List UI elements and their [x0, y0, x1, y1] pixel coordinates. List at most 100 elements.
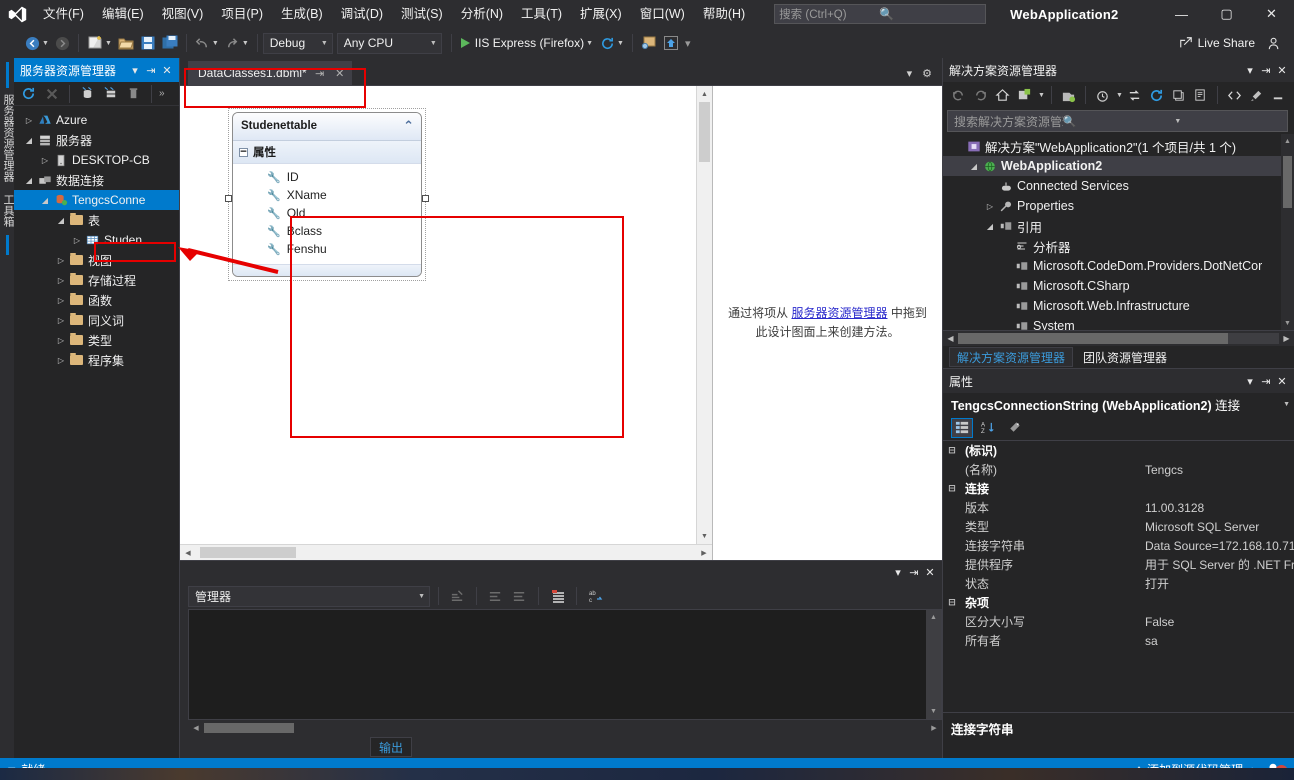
navigate-forward-button[interactable] — [52, 32, 73, 54]
scroll-down-icon[interactable]: ▼ — [1281, 316, 1294, 330]
menu-item-project[interactable]: 项目(P) — [212, 0, 272, 28]
server-tree-node[interactable]: ▷视图 — [14, 250, 179, 270]
home-icon[interactable] — [992, 85, 1013, 105]
collapse-box-icon[interactable]: − — [239, 148, 248, 157]
pin-icon[interactable]: ⇥ — [313, 67, 327, 80]
solution-tree-node[interactable]: 解决方案"WebApplication2"(1 个项目/共 1 个) — [943, 136, 1294, 156]
twisty-icon[interactable]: ◢ — [22, 136, 36, 145]
server-tree-node[interactable]: ▷Studen — [14, 230, 179, 250]
entity-property-row[interactable]: 🔧ID — [233, 168, 421, 186]
solution-platform-select[interactable]: Any CPU ▼ — [337, 33, 442, 54]
solution-configuration-select[interactable]: Debug ▼ — [263, 33, 333, 54]
pending-changes-icon[interactable] — [1014, 85, 1035, 105]
twisty-icon[interactable]: ◢ — [54, 216, 68, 225]
document-tab-dataclasses[interactable]: DataClasses1.dbml* ⇥ ✕ — [188, 61, 352, 85]
tab-solution-explorer[interactable]: 解决方案资源管理器 — [949, 347, 1073, 367]
output-vertical-scrollbar[interactable]: ▲ ▼ — [926, 610, 941, 719]
twisty-icon[interactable]: ▷ — [70, 236, 84, 245]
property-value[interactable]: 用于 SQL Server 的 .NET Fram — [1143, 556, 1294, 573]
pin-icon[interactable]: ⇥ — [143, 64, 159, 77]
twisty-icon[interactable]: ◢ — [967, 162, 981, 171]
alphabetical-view-icon[interactable]: AZ — [977, 418, 999, 438]
chevron-down-icon[interactable]: ▼ — [617, 40, 624, 47]
pin-icon[interactable]: ⇥ — [906, 566, 922, 579]
scroll-up-icon[interactable]: ▲ — [697, 86, 712, 102]
menu-item-extensions[interactable]: 扩展(X) — [571, 0, 631, 28]
entity-properties-section[interactable]: − 属性 — [233, 141, 421, 164]
entity-property-row[interactable]: 🔧Bclass — [233, 222, 421, 240]
scroll-right-icon[interactable]: ▶ — [926, 724, 942, 732]
property-row[interactable]: 类型Microsoft SQL Server — [943, 517, 1294, 536]
property-value[interactable]: sa — [1143, 634, 1294, 648]
maximize-button[interactable]: ▢ — [1204, 0, 1249, 28]
scroll-left-icon[interactable]: ◀ — [180, 549, 196, 557]
pin-icon[interactable]: ⇥ — [1258, 375, 1274, 388]
category-twisty-icon[interactable]: ⊟ — [943, 445, 961, 456]
scroll-down-icon[interactable]: ▼ — [697, 528, 712, 544]
sync-icon[interactable] — [1124, 85, 1145, 105]
category-twisty-icon[interactable]: ⊟ — [943, 597, 961, 608]
server-explorer-tree[interactable]: ▷Azure◢服务器▷DESKTOP-CB◢数据连接◢TengcsConne◢表… — [14, 106, 179, 758]
twisty-icon[interactable]: ▷ — [22, 116, 36, 125]
menu-item-help[interactable]: 帮助(H) — [694, 0, 754, 28]
chevron-down-icon[interactable]: ▾ — [903, 67, 917, 80]
server-tree-node[interactable]: ▷DESKTOP-CB — [14, 150, 179, 170]
twisty-icon[interactable]: ◢ — [22, 176, 36, 185]
browser-selector-button[interactable] — [638, 32, 660, 54]
live-share-button[interactable]: Live Share — [1173, 36, 1261, 50]
properties-grid[interactable]: ⊟(标识)(名称)Tengcs⊟连接版本11.00.3128类型Microsof… — [943, 441, 1294, 712]
resize-handle-left[interactable] — [225, 195, 232, 202]
scroll-left-icon[interactable]: ◀ — [188, 724, 204, 732]
entity-studenettable[interactable]: Studenettable ⌃ − 属性 🔧ID🔧XName🔧Old🔧Bclas… — [228, 108, 426, 281]
server-explorer-link[interactable]: 服务器资源管理器 — [791, 306, 887, 320]
settings-gear-icon[interactable]: ⚙ — [918, 67, 936, 80]
view-code-icon[interactable] — [1224, 85, 1245, 105]
close-button[interactable]: ✕ — [1249, 0, 1294, 28]
scroll-up-icon[interactable]: ▲ — [926, 610, 941, 625]
menu-item-tools[interactable]: 工具(T) — [512, 0, 571, 28]
redo-button[interactable]: ▼ — [222, 32, 252, 54]
scroll-left-icon[interactable]: ◀ — [943, 334, 958, 343]
chevron-down-icon[interactable]: ▼ — [212, 40, 219, 47]
connect-server-icon[interactable] — [100, 84, 121, 104]
view-designer-icon[interactable] — [1246, 85, 1267, 105]
server-tree-node[interactable]: ▷Azure — [14, 110, 179, 130]
twisty-icon[interactable]: ◢ — [983, 222, 997, 231]
show-output-from-icon[interactable] — [547, 586, 568, 606]
scroll-thumb[interactable] — [699, 102, 710, 162]
solution-tree-node[interactable]: Microsoft.CSharp — [943, 276, 1294, 296]
minimize-button[interactable]: — — [1159, 0, 1204, 28]
chevron-down-icon[interactable]: ▼ — [321, 40, 328, 47]
clear-all-icon[interactable] — [447, 586, 468, 606]
twisty-icon[interactable]: ▷ — [54, 256, 68, 265]
solution-tree-node[interactable]: Microsoft.CodeDom.Providers.DotNetCor — [943, 256, 1294, 276]
dbml-designer-surface[interactable]: Studenettable ⌃ − 属性 🔧ID🔧XName🔧Old🔧Bclas… — [180, 86, 712, 560]
toggle-word-wrap-icon[interactable] — [485, 586, 506, 606]
chevron-down-icon[interactable]: ▾ — [127, 64, 143, 77]
close-icon[interactable]: ✕ — [922, 566, 938, 579]
minimize-panel-icon[interactable] — [1268, 85, 1289, 105]
scroll-down-icon[interactable]: ▼ — [926, 704, 941, 719]
server-tree-node[interactable]: ◢服务器 — [14, 130, 179, 150]
pin-icon[interactable]: ⇥ — [1258, 64, 1274, 77]
solution-tree-node[interactable]: Connected Services — [943, 176, 1294, 196]
stop-icon[interactable] — [41, 84, 62, 104]
category-twisty-icon[interactable]: ⊟ — [943, 483, 961, 494]
solution-tree-node[interactable]: 分析器 — [943, 236, 1294, 256]
tab-output[interactable]: 输出 — [370, 737, 412, 757]
back-icon[interactable] — [948, 85, 969, 105]
chevron-down-icon[interactable]: ▼ — [242, 40, 249, 47]
scroll-right-icon[interactable]: ▶ — [1279, 334, 1294, 343]
output-source-select[interactable]: 管理器 ▼ — [188, 586, 430, 607]
history-icon[interactable] — [1092, 85, 1113, 105]
server-tree-node[interactable]: ▷同义词 — [14, 310, 179, 330]
solution-tree-node[interactable]: System — [943, 316, 1294, 330]
quick-launch-search-input[interactable]: 搜索 (Ctrl+Q) 🔍 — [774, 4, 986, 24]
chevron-down-icon[interactable]: ▼ — [42, 40, 49, 47]
chevron-down-icon[interactable]: ▾ — [1242, 375, 1258, 388]
chevron-down-icon[interactable]: ▼ — [418, 593, 425, 600]
window-controls[interactable]: — ▢ ✕ — [1159, 0, 1294, 28]
toolbar-overflow-icon[interactable]: » — [159, 88, 165, 99]
output-text-area[interactable]: ▲ ▼ — [188, 609, 942, 720]
menu-item-test[interactable]: 测试(S) — [392, 0, 452, 28]
